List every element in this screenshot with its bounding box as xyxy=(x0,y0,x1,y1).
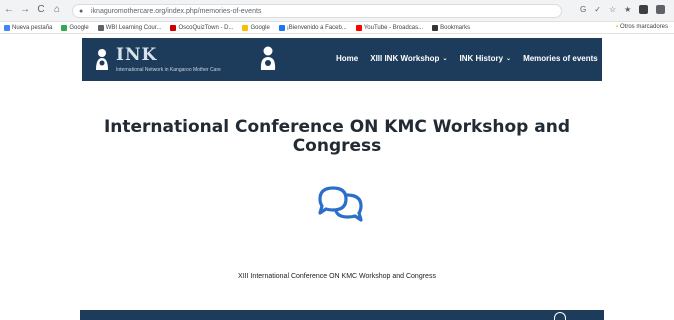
other-bookmarks-label: Otros marcadores xyxy=(619,24,668,30)
chevron-down-icon: ⌄ xyxy=(506,56,512,62)
bookmark-label: YouTube - Broadcas... xyxy=(363,24,424,31)
bookmark-item[interactable]: Nueva pestaña xyxy=(4,24,53,31)
bookmarks-bar: Nueva pestaña Google WBI Learning Cour... O… xyxy=(0,22,674,34)
menu-item-home[interactable]: Home xyxy=(336,54,358,63)
bookmark-label: Google xyxy=(69,24,89,31)
home-icon[interactable]: ⌂ xyxy=(52,4,62,16)
site-header: INK International Network in Kangaroo Mo… xyxy=(82,38,602,81)
browser-nav-buttons: ← → C ⌂ xyxy=(4,4,62,16)
menu-item-xiii-ink-workshop[interactable]: XIII INK Workshop ⌄ xyxy=(370,54,447,63)
bookmark-favicon-icon xyxy=(355,24,362,31)
site-logo-subtitle: International Network in Kangaroo Mother… xyxy=(116,67,221,73)
extension-icon[interactable]: ★ xyxy=(624,5,631,14)
bookmark-label: Nueva pestaña xyxy=(12,24,53,31)
bookmark-favicon-icon xyxy=(278,24,285,31)
folder-icon: ▪ xyxy=(615,24,618,30)
menu-item-label: XIII INK Workshop xyxy=(370,54,440,63)
bookmark-favicon-icon xyxy=(61,24,68,31)
page-subtitle: XIII International Conference ON KMC Wor… xyxy=(238,273,436,280)
extension-square-icon[interactable] xyxy=(639,5,649,14)
baby-logo-icon xyxy=(96,49,108,70)
bookmark-favicon-icon xyxy=(97,24,104,31)
menu-item-label: INK History xyxy=(459,54,504,63)
bookmark-item[interactable]: Bookmarks xyxy=(432,24,471,31)
mother-logo-icon xyxy=(260,46,276,70)
page-title: International Conference ON KMC Workshop… xyxy=(103,117,571,156)
bookmark-label: Google xyxy=(250,24,270,31)
browser-extension-icons: G ✓ ☆ ★ ⋮ xyxy=(580,5,674,14)
bookmark-item[interactable]: YouTube - Broadcas... xyxy=(355,24,424,31)
reload-icon[interactable]: C xyxy=(36,4,46,16)
chat-bubbles-icon xyxy=(318,186,363,222)
address-bar[interactable]: ● iknaguromothercare.org/index.php/memor… xyxy=(72,4,562,18)
translate-icon[interactable]: ✓ xyxy=(594,5,601,14)
bookmark-item[interactable]: Google xyxy=(242,24,270,31)
globe-icon xyxy=(554,312,566,320)
bookmark-label: Bookmarks xyxy=(440,24,471,31)
menu-item-label: Home xyxy=(336,54,359,63)
lock-icon: ● xyxy=(79,8,84,15)
footer-bar xyxy=(80,310,604,320)
menu-item-label: Memories of events xyxy=(523,54,598,63)
bookmark-item[interactable]: OscoQuizTown - D... xyxy=(170,24,234,31)
back-icon[interactable]: ← xyxy=(4,4,14,16)
bookmark-favicon-icon xyxy=(432,24,439,31)
bookmark-label: WBI Learning Cour... xyxy=(105,24,162,31)
star-icon[interactable]: ☆ xyxy=(609,5,616,14)
share-icon[interactable]: G xyxy=(580,5,586,14)
menu-item-memories-of-events[interactable]: Memories of events xyxy=(523,54,598,63)
forward-icon[interactable]: → xyxy=(20,4,30,16)
bookmark-item[interactable]: Google xyxy=(61,24,89,31)
other-bookmarks[interactable]: ▪ Otros marcadores xyxy=(616,24,668,30)
bookmark-favicon-icon xyxy=(170,24,177,31)
site-logo-text[interactable]: INK xyxy=(116,46,157,64)
bookmark-item[interactable]: ¡Bienvenido a Faceb... xyxy=(278,24,347,31)
bookmark-favicon-icon xyxy=(242,24,249,31)
bookmark-label: OscoQuizTown - D... xyxy=(178,24,234,31)
chevron-down-icon: ⌄ xyxy=(442,56,448,62)
bookmark-item[interactable]: WBI Learning Cour... xyxy=(97,24,162,31)
bookmark-label: ¡Bienvenido a Faceb... xyxy=(286,24,347,31)
bookmark-favicon-icon xyxy=(4,24,10,31)
address-url[interactable]: iknaguromothercare.org/index.php/memorie… xyxy=(91,6,391,17)
menu-item-ink-history[interactable]: INK History ⌄ xyxy=(459,54,511,63)
browser-toolbar: ← → C ⌂ ● iknaguromothercare.org/index.p… xyxy=(0,0,674,22)
main-menu: Home XIII INK Workshop ⌄ INK History ⌄ Memori… xyxy=(336,54,598,63)
profile-icon[interactable] xyxy=(656,5,666,14)
